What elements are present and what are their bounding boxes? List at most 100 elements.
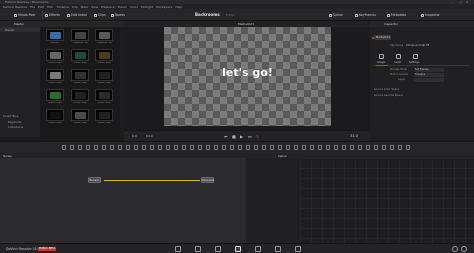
menu-trim[interactable]: Trim — [47, 5, 53, 9]
clip-thumbnail[interactable] — [46, 29, 64, 41]
node-tool-icon[interactable] — [190, 145, 194, 150]
bin-item-keywords[interactable]: Keywords — [8, 120, 21, 124]
node-tool-icon[interactable] — [262, 145, 266, 150]
menu-fusion[interactable]: Fusion — [118, 5, 128, 9]
clip-thumbnail[interactable] — [71, 29, 89, 41]
loop-icon[interactable]: ↻ — [256, 134, 259, 139]
color-page-icon[interactable] — [255, 246, 261, 252]
menu-playback[interactable]: Playback — [101, 5, 114, 9]
bin-item-smart-bins[interactable]: Smart Bins — [3, 114, 18, 118]
node-tool-icon[interactable] — [134, 145, 138, 150]
node-tool-icon[interactable] — [206, 145, 210, 150]
settings-icon[interactable] — [461, 246, 467, 252]
node-editor[interactable]: MediaIn1 MediaOut1 — [0, 158, 246, 243]
node-tool-icon[interactable] — [118, 145, 122, 150]
menu-help[interactable]: Help — [175, 5, 182, 9]
clip-thumbnail[interactable] — [71, 69, 89, 81]
stop-icon[interactable]: ■ — [232, 134, 236, 139]
node-tool-icon[interactable] — [78, 145, 82, 150]
inspector-node-tab[interactable]: MediaOut1 — [374, 35, 391, 40]
menu-color[interactable]: Color — [130, 5, 138, 9]
menu-fairlight[interactable]: Fairlight — [141, 5, 153, 9]
menu-timeline[interactable]: Timeline — [56, 5, 69, 9]
node-tool-icon[interactable] — [126, 145, 130, 150]
bin-item-master[interactable]: Master — [5, 28, 15, 32]
menu-edit[interactable]: Edit — [38, 5, 44, 9]
node-tool-icon[interactable] — [390, 145, 394, 150]
tab-audio[interactable]: Audio — [394, 61, 401, 64]
node-tool-icon[interactable] — [166, 145, 170, 150]
motion-source-select[interactable]: Timeline — [414, 73, 444, 77]
clip-thumbnail[interactable] — [46, 89, 64, 101]
node-tool-icon[interactable] — [326, 145, 330, 150]
nodes-button[interactable]: Nodes — [111, 12, 125, 18]
menu-app[interactable]: DaVinci Resolve — [3, 5, 27, 9]
deliver-page-icon[interactable] — [295, 246, 301, 252]
node-tool-icon[interactable] — [70, 145, 74, 150]
home-icon[interactable] — [452, 246, 458, 252]
node-tool-icon[interactable] — [334, 145, 338, 150]
tab-image[interactable]: Image — [377, 61, 385, 64]
node-tool-icon[interactable] — [310, 145, 314, 150]
image-tab-icon[interactable] — [379, 54, 384, 59]
clip-thumbnail[interactable] — [95, 69, 113, 81]
inspector-button[interactable]: Inspector — [421, 12, 440, 18]
clip-thumbnail[interactable] — [95, 89, 113, 101]
node-media-out[interactable]: MediaOut1 — [201, 177, 215, 183]
bin-item-collections[interactable]: Collections — [8, 125, 23, 129]
node-tool-icon[interactable] — [270, 145, 274, 150]
cut-page-icon[interactable] — [195, 246, 201, 252]
clip-thumbnail[interactable] — [95, 29, 113, 41]
node-tool-icon[interactable] — [382, 145, 386, 150]
metadata-button[interactable]: Metadata — [387, 12, 406, 18]
node-tool-icon[interactable] — [150, 145, 154, 150]
clip-thumbnail[interactable] — [46, 69, 64, 81]
node-tool-icon[interactable] — [374, 145, 378, 150]
clip-thumbnail[interactable] — [71, 89, 89, 101]
node-tool-icon[interactable] — [278, 145, 282, 150]
node-tool-icon[interactable] — [350, 145, 354, 150]
node-tool-icon[interactable] — [62, 145, 66, 150]
menu-clip[interactable]: Clip — [72, 5, 78, 9]
layer-select[interactable] — [414, 78, 444, 82]
menu-file[interactable]: File — [30, 5, 35, 9]
menu-mark[interactable]: Mark — [81, 5, 88, 9]
tab-settings[interactable]: Settings — [409, 61, 419, 64]
node-tool-icon[interactable] — [142, 145, 146, 150]
spline-button[interactable]: Spline — [329, 12, 343, 18]
menu-view[interactable]: View — [91, 5, 98, 9]
audio-tab-icon[interactable] — [396, 54, 401, 59]
effects-button[interactable]: Effects — [45, 12, 60, 18]
go-to-start-icon[interactable]: ⏮ — [224, 134, 228, 139]
node-tool-icon[interactable] — [182, 145, 186, 150]
settings-tab-icon[interactable] — [413, 54, 418, 59]
fusion-page-icon[interactable] — [235, 246, 241, 252]
source-gamma-space-section[interactable]: Source Gamma Space — [374, 94, 403, 97]
clip-thumbnail[interactable] — [46, 49, 64, 61]
clip-thumbnail[interactable] — [71, 109, 89, 121]
node-tool-icon[interactable] — [94, 145, 98, 150]
node-tool-icon[interactable] — [254, 145, 258, 150]
source-color-space-section[interactable]: Source Color Space — [374, 88, 399, 91]
edit-page-icon[interactable] — [215, 246, 221, 252]
frame-end[interactable]: 64.0 — [146, 134, 153, 138]
clip-thumbnail[interactable] — [95, 49, 113, 61]
node-tool-icon[interactable] — [406, 145, 410, 150]
node-tool-icon[interactable] — [214, 145, 218, 150]
spline-parameter-list[interactable] — [246, 158, 300, 243]
spline-graph[interactable] — [300, 158, 474, 243]
node-tool-icon[interactable] — [358, 145, 362, 150]
process-mode-select[interactable]: Full Frames — [414, 68, 444, 72]
menu-workspace[interactable]: Workspace — [156, 5, 172, 9]
clip-thumbnail[interactable] — [46, 109, 64, 121]
node-tool-icon[interactable] — [342, 145, 346, 150]
node-tool-icon[interactable] — [238, 145, 242, 150]
edit-index-button[interactable]: Edit Index — [67, 12, 87, 18]
node-tool-icon[interactable] — [102, 145, 106, 150]
node-tool-icon[interactable] — [286, 145, 290, 150]
node-tool-icon[interactable] — [366, 145, 370, 150]
node-tool-icon[interactable] — [158, 145, 162, 150]
clip-thumbnail[interactable] — [71, 49, 89, 61]
node-tool-icon[interactable] — [198, 145, 202, 150]
clip-thumbnail[interactable] — [95, 109, 113, 121]
